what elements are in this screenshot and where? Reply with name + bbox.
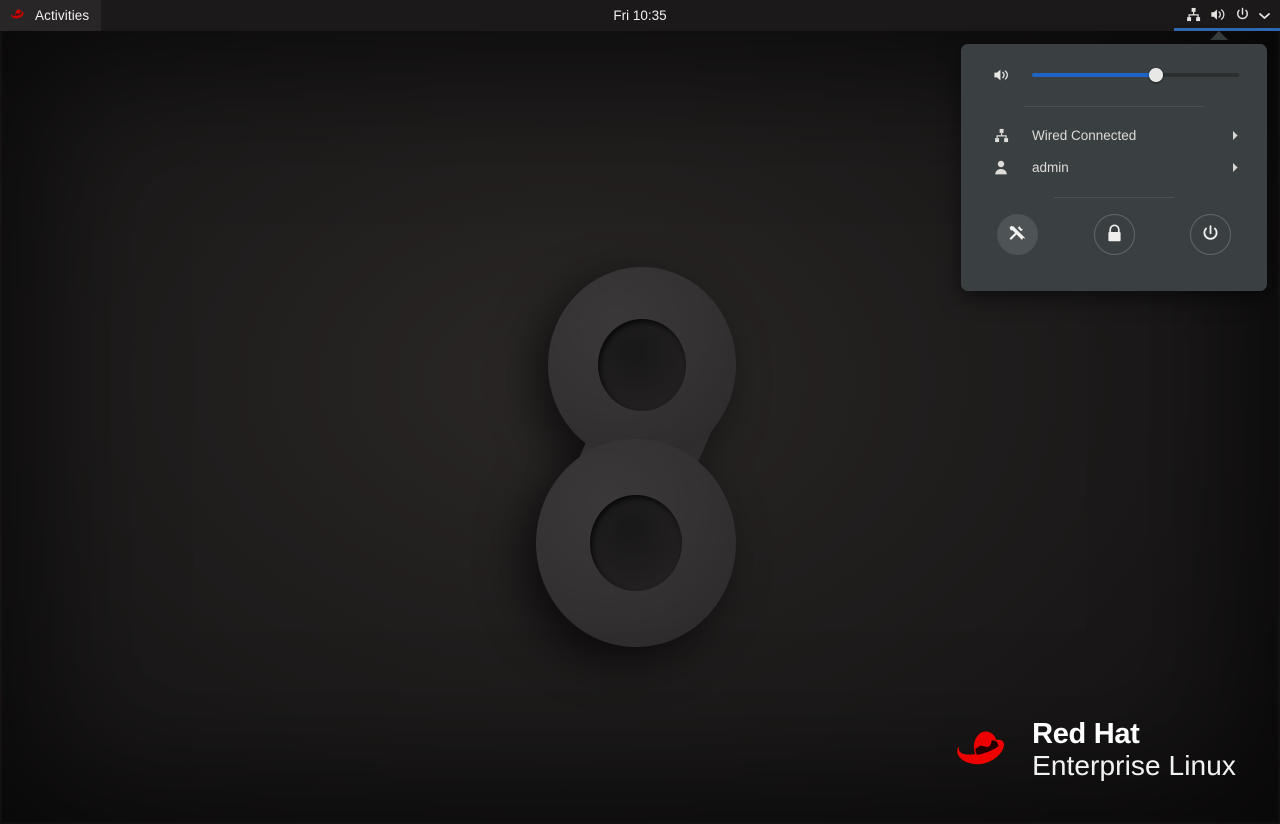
network-wired-icon bbox=[1186, 7, 1201, 25]
redhat-logo-icon bbox=[10, 7, 27, 24]
volume-slider-handle[interactable] bbox=[1149, 68, 1163, 82]
desktop-screen: Red Hat Enterprise Linux Activities Fri … bbox=[0, 0, 1280, 824]
volume-slider-fill bbox=[1032, 73, 1156, 77]
menu-row-user-admin[interactable]: admin bbox=[961, 151, 1267, 183]
system-menu: Wired Connected admin bbox=[961, 44, 1267, 291]
menu-separator-top bbox=[1024, 106, 1204, 107]
clock-label[interactable]: Fri 10:35 bbox=[613, 8, 666, 23]
menu-row-label: Wired Connected bbox=[1032, 128, 1229, 143]
activities-label: Activities bbox=[35, 8, 89, 23]
menu-row-label: admin bbox=[1032, 160, 1229, 175]
power-icon bbox=[1235, 7, 1250, 25]
volume-high-icon[interactable] bbox=[991, 67, 1011, 83]
network-wired-icon bbox=[991, 128, 1011, 143]
volume-slider[interactable] bbox=[1032, 66, 1239, 84]
chevron-right-icon bbox=[1229, 130, 1239, 141]
system-menu-actions bbox=[961, 214, 1267, 255]
brand-line-secondary: Enterprise Linux bbox=[1032, 752, 1236, 780]
system-menu-pointer bbox=[1210, 31, 1228, 40]
power-icon bbox=[1201, 224, 1220, 246]
volume-high-icon bbox=[1210, 7, 1226, 25]
top-bar: Activities Fri 10:35 bbox=[0, 0, 1280, 31]
numeral-top-ring bbox=[548, 267, 736, 463]
brand-text: Red Hat Enterprise Linux bbox=[1032, 720, 1236, 780]
chevron-right-icon bbox=[1229, 162, 1239, 173]
user-avatar-icon bbox=[991, 160, 1011, 175]
redhat-fedora-logo-icon bbox=[954, 722, 1016, 779]
volume-control-row bbox=[961, 52, 1267, 98]
lock-screen-button[interactable] bbox=[1094, 214, 1135, 255]
settings-tools-icon bbox=[1007, 223, 1028, 247]
brand-line-primary: Red Hat bbox=[1032, 720, 1236, 749]
wallpaper-rhel8-numeral bbox=[528, 267, 756, 647]
menu-separator-bottom bbox=[1054, 197, 1174, 198]
clock: Fri 10:35 bbox=[0, 0, 1280, 31]
power-off-button[interactable] bbox=[1190, 214, 1231, 255]
numeral-bottom-ring bbox=[536, 439, 736, 647]
lock-icon bbox=[1106, 224, 1123, 246]
activities-button[interactable]: Activities bbox=[0, 0, 101, 31]
brand-lockup: Red Hat Enterprise Linux bbox=[954, 720, 1236, 780]
chevron-down-icon bbox=[1259, 8, 1270, 23]
menu-row-wired-network[interactable]: Wired Connected bbox=[961, 119, 1267, 151]
settings-button[interactable] bbox=[997, 214, 1038, 255]
status-menu-button[interactable] bbox=[1174, 0, 1280, 31]
